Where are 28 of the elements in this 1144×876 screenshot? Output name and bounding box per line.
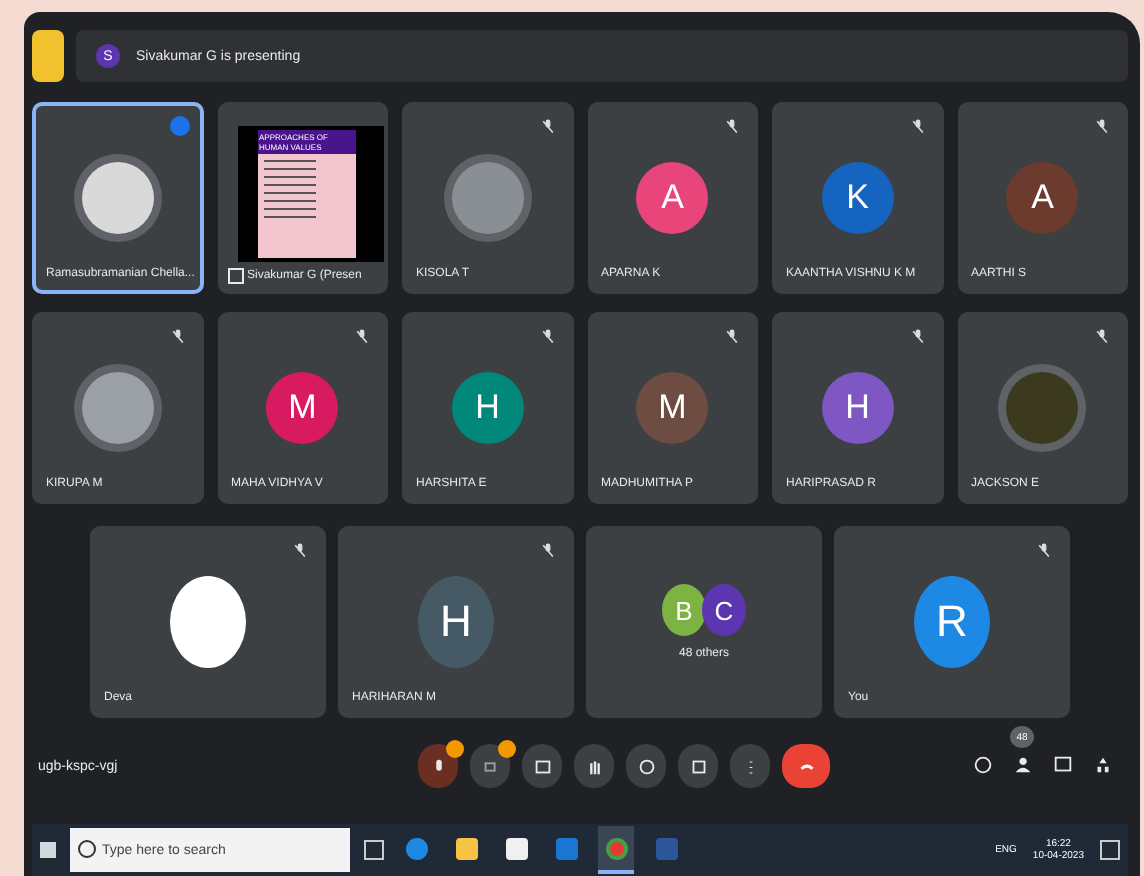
avatar-circle: C [702,584,746,636]
search-icon [78,840,96,858]
end-button[interactable] [782,744,830,788]
mic-button[interactable] [418,744,458,788]
notification-icon[interactable] [1100,840,1120,860]
present-button[interactable] [678,744,718,788]
task-view-icon[interactable] [364,840,384,860]
avatar-circle: K [821,162,894,234]
avatar-circle: A [636,162,709,234]
people-icon [1011,754,1033,776]
hand-button[interactable] [574,744,614,788]
camera-button[interactable] [470,744,510,788]
captions-button[interactable] [522,744,562,788]
avatar-circle: H [418,576,494,668]
avatar-circle: R [914,576,990,668]
emoji-button[interactable] [626,744,666,788]
avatar-circle: M [266,372,339,444]
sticky-note-icon[interactable] [32,30,64,82]
start-icon[interactable] [40,842,56,858]
avatar-circle: H [451,372,524,444]
avatar-circle: B [662,584,706,636]
presentation-icon [227,268,243,284]
chat-icon [1051,754,1073,776]
speaking-indicator-icon [169,116,189,136]
avatar-circle: A [1006,162,1079,234]
chrome-app-icon[interactable] [598,826,634,874]
avatar-circle: M [636,372,709,444]
avatar-circle: H [821,372,894,444]
